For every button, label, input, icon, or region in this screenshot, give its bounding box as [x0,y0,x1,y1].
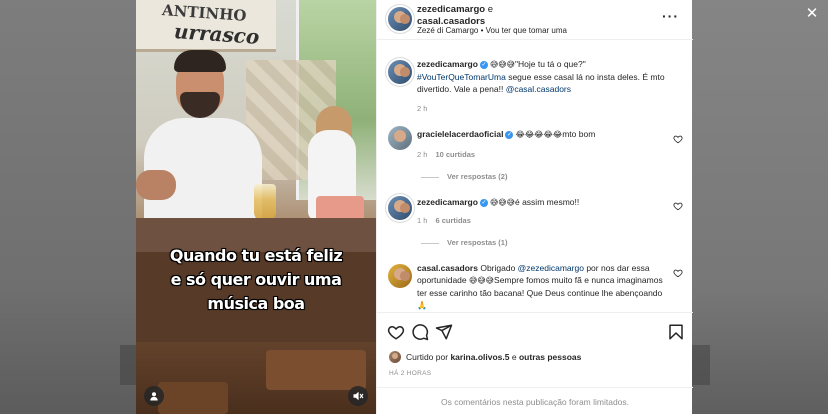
video-caption: Quando tu está feliz e só quer ouvir uma… [136,244,376,316]
video-caption-line: Quando tu está feliz [169,246,343,265]
comment-emojis: 😅😅😅 [489,198,515,207]
avatar[interactable] [388,60,412,84]
caption-time[interactable]: 2 h [417,104,427,113]
heart-icon[interactable] [673,134,683,144]
heart-icon[interactable] [387,323,405,341]
video-beer-glass [254,184,276,222]
video-person-hair [174,50,226,72]
avatar[interactable] [388,264,412,288]
audio-info[interactable]: Zezé di Camargo • Vou ter que tomar uma [417,26,567,35]
audio-song: Vou ter que tomar uma [485,26,567,35]
modal-backdrop-right[interactable] [692,0,828,414]
comment-text: casal.casadors Obrigado @zezedicamargo p… [417,262,667,312]
post-time[interactable]: HÁ 2 HORAS [389,370,431,377]
comment-body: mto bom [562,129,596,139]
post-panel: zezedicamargo e casal.casadors Zezé di C… [376,0,693,414]
comment-likes[interactable]: 6 curtidas [435,216,470,225]
comment-username[interactable]: zezedicamargo [417,59,478,69]
liked-by-others[interactable]: outras pessoas [519,352,581,362]
comment-meta: 2 h 10 curtidas [417,150,475,159]
comment-time[interactable]: 1 h [417,216,427,225]
post-header: zezedicamargo e casal.casadors Zezé di C… [377,0,693,40]
replies-label: Ver respostas (2) [447,172,508,181]
replies-label: Ver respostas (1) [447,238,508,247]
backdrop-shape [692,345,710,385]
close-icon[interactable]: ✕ [804,6,820,22]
comment-meta: 1 h 6 curtidas [417,216,471,225]
comment-time[interactable]: 2 h [417,150,427,159]
caption-text: zezedicamargo ✓ 😅😅😅"Hoje tu tá o que?" #Vo… [417,58,667,95]
video-stool [266,350,366,390]
verified-icon: ✓ [479,198,488,207]
comment-body: Obrigado [477,263,518,273]
liked-by-user[interactable]: karina.olivos.5 [450,352,509,362]
video-caption-line: e só quer ouvir uma [170,270,342,289]
replies-line [421,242,439,244]
user-tag-icon[interactable] [144,386,164,406]
avatar[interactable] [388,7,412,31]
comment-body: é assim mesmo!! [514,197,580,207]
comment-likes[interactable]: 10 curtidas [435,150,475,159]
replies-line [421,176,439,178]
comment-username[interactable]: gracielelacerdaoficial [417,129,503,139]
comment-text: gracielelacerdaoficial ✓ 😂😂😂😂😂mto bom [417,128,667,141]
verified-icon: ✓ [505,130,514,139]
mention-link[interactable]: @casal.casadors [506,84,571,94]
modal-backdrop-left[interactable] [0,0,136,414]
audio-separator: • [478,26,486,35]
heart-icon[interactable] [673,268,683,278]
comments-limited-notice: Os comentários nesta publicação foram li… [377,387,693,414]
post-authors: zezedicamargo e casal.casadors [417,4,493,27]
comment-username[interactable]: casal.casadors [417,263,478,273]
comment-emojis: 😂😂😂😂😂 [515,130,563,139]
hashtag-link[interactable]: #VouTerQueTomarUma [417,72,506,82]
caption-quote: "Hoje tu tá o que?" [514,59,586,69]
comment-emojis: 😅😅😅 [489,60,515,69]
heart-icon[interactable] [673,201,683,211]
backdrop-shape [120,345,136,385]
coauthor-link[interactable]: casal.casadors [417,16,485,27]
post-video[interactable]: ANTINHO urrasco Quando tu está feliz e s… [136,0,376,414]
comment-icon[interactable] [411,323,429,341]
liked-by: Curtido por karina.olivos.5 e outras pes… [389,351,581,363]
avatar[interactable] [388,196,412,220]
verified-icon: ✓ [479,60,488,69]
video-caption-line: música boa [207,294,305,313]
post-actions: Curtido por karina.olivos.5 e outras pes… [377,312,693,414]
share-icon[interactable] [435,323,453,341]
avatar[interactable] [389,351,401,363]
comment-text: zezedicamargo ✓ 😅😅😅é assim mesmo!! [417,196,667,209]
view-replies-button[interactable]: Ver respostas (2) [421,172,507,181]
comment-username[interactable]: zezedicamargo [417,197,478,207]
video-person-beard [180,92,220,118]
video-stool [158,382,228,414]
liked-by-prefix: Curtido por [406,352,449,362]
author-joiner: e [485,4,494,15]
comment-emojis: 😅😅😅 [469,276,495,285]
view-replies-button[interactable]: Ver respostas (1) [421,238,507,247]
video-person-arm [136,170,176,200]
comment-emojis: 🙏 [417,301,427,310]
liked-by-suffix: e [511,352,517,362]
mention-link[interactable]: @zezedicamargo [518,263,584,273]
comments-list[interactable]: zezedicamargo ✓ 😅😅😅"Hoje tu tá o que?" #Vo… [377,40,693,312]
video-sign-line2: urrasco [173,19,261,49]
video-sign: ANTINHO urrasco [136,0,276,52]
audio-artist: Zezé di Camargo [417,26,479,35]
more-options-icon[interactable]: ··· [662,8,679,24]
author-link[interactable]: zezedicamargo [417,4,485,15]
avatar[interactable] [388,126,412,150]
speaker-muted-icon[interactable] [348,386,368,406]
bookmark-icon[interactable] [667,323,685,341]
